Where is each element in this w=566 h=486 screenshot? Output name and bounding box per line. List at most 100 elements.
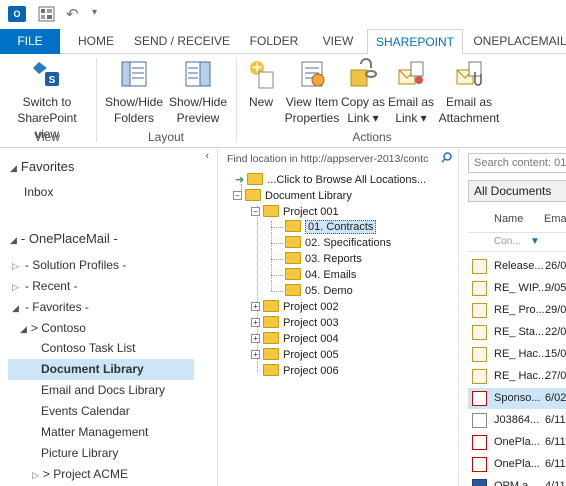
view-selector[interactable]: All Documents: [468, 180, 566, 202]
find-location-input[interactable]: Find location in http://appserver-2013/c…: [227, 150, 455, 168]
group-label-layout: Layout: [147, 130, 185, 144]
grid-icon[interactable]: [38, 6, 55, 22]
nav-item-picture-library[interactable]: Picture Library: [41, 443, 118, 464]
list-item[interactable]: J03864... 6/11: [468, 410, 566, 431]
list-item-email-date: 6/02: [545, 392, 566, 404]
copy-as-label-1: Copy as: [340, 95, 386, 109]
collapse-pane-icon[interactable]: ‹: [205, 150, 209, 162]
tree-folder-contracts[interactable]: 01. Contracts: [285, 219, 377, 235]
nav-item-matter-management[interactable]: Matter Management: [41, 422, 148, 443]
show-hide-preview-button[interactable]: Show/Hide Preview: [166, 58, 230, 126]
tree-project-002[interactable]: + Project 002: [251, 299, 339, 315]
nav-oneplacemail-label: - OnePlaceMail -: [20, 231, 118, 246]
nav-favorites-header[interactable]: ◢ Favorites: [10, 156, 74, 177]
undo-icon[interactable]: ↶: [66, 5, 79, 23]
search-icon[interactable]: [441, 152, 452, 163]
tab-view[interactable]: VIEW: [314, 29, 362, 54]
view-item-properties-button[interactable]: View Item Properties: [282, 58, 342, 126]
tree-folder-reports[interactable]: 03. Reports: [285, 251, 362, 267]
nav-contoso[interactable]: ◢ > Contoso: [20, 318, 86, 339]
list-item[interactable]: Release... 26/0: [468, 256, 566, 277]
tree-browse-all-locations[interactable]: ➜ ...Click to Browse All Locations...: [235, 172, 426, 188]
collapse-minus-icon[interactable]: −: [251, 206, 260, 216]
tree-project-005[interactable]: + Project 005: [251, 347, 339, 363]
show-hide-folders-button[interactable]: Show/Hide Folders: [102, 58, 166, 126]
nav-item-events-calendar[interactable]: Events Calendar: [41, 401, 130, 422]
nav-project-acme[interactable]: ▷ > Project ACME: [32, 464, 128, 485]
expand-plus-icon[interactable]: +: [251, 301, 260, 311]
tree-project-006[interactable]: Project 006: [263, 363, 339, 379]
email-as-attachment-button[interactable]: Email as Attachment: [436, 58, 502, 126]
expand-plus-icon[interactable]: +: [251, 317, 260, 327]
list-item[interactable]: RE_ Hac... 15/0: [468, 344, 566, 365]
collapse-minus-icon[interactable]: −: [233, 190, 242, 200]
envelope-icon: [472, 259, 487, 274]
list-item-name: RE_ Pro...: [494, 304, 545, 316]
nav-solution-profiles[interactable]: ▷ - Solution Profiles -: [12, 255, 126, 276]
nav-favorites-label: Favorites: [20, 159, 75, 174]
tree-project-001[interactable]: − Project 001: [251, 204, 339, 220]
new-button[interactable]: New: [242, 58, 280, 110]
tree-folder-demo[interactable]: 05. Demo: [285, 283, 353, 299]
column-header-name[interactable]: Name: [494, 208, 523, 230]
outlook-icon[interactable]: O: [8, 6, 26, 22]
customize-toolbar-icon[interactable]: ▾: [92, 7, 97, 18]
list-item[interactable]: OnePla... 6/11: [468, 432, 566, 453]
copy-as-label-2: Link ▾: [347, 111, 379, 125]
tree-browse-all-label: ...Click to Browse All Locations...: [267, 174, 427, 186]
tab-send-receive[interactable]: SEND / RECEIVE: [132, 29, 232, 54]
expand-plus-icon[interactable]: +: [251, 333, 260, 343]
svg-text:S: S: [49, 75, 56, 86]
pdf-icon: [472, 391, 487, 406]
email-as-link-button[interactable]: Email as Link ▾: [386, 58, 436, 126]
quick-access-toolbar: O ↶ ▾: [0, 0, 566, 29]
copy-as-link-button[interactable]: Copy as Link ▾: [340, 58, 386, 126]
properties-icon: [301, 61, 325, 87]
envelope-icon: [472, 303, 487, 318]
nav-inbox[interactable]: Inbox: [24, 182, 53, 203]
tree-folder-specifications[interactable]: 02. Specifications: [285, 235, 391, 251]
tree-folder-emails[interactable]: 04. Emails: [285, 267, 356, 283]
tab-folder[interactable]: FOLDER: [238, 29, 310, 54]
expand-plus-icon[interactable]: +: [251, 349, 260, 359]
filter-funnel-icon[interactable]: ▼: [530, 236, 540, 247]
collapse-triangle-icon: ◢: [20, 324, 27, 334]
list-item[interactable]: OnePla... 6/11: [468, 454, 566, 475]
folders-pane-icon: [121, 61, 147, 87]
show-hide-preview-label-1: Show/Hide: [168, 95, 228, 109]
tree-connector: [271, 259, 283, 260]
tab-sharepoint[interactable]: SHAREPOINT: [367, 29, 463, 55]
folder-icon: [263, 205, 279, 218]
list-item[interactable]: RE_ Sta... 22/0: [468, 322, 566, 343]
list-item[interactable]: RE_ WIP... 9/05: [468, 278, 566, 299]
list-item-name: Sponso...: [494, 392, 541, 404]
nav-recent[interactable]: ▷ - Recent -: [12, 276, 78, 297]
preview-pane-icon: [185, 61, 211, 87]
nav-project-acme-label: > Project ACME: [42, 467, 128, 481]
list-item[interactable]: Sponso... 6/02: [468, 388, 566, 409]
tree-document-library[interactable]: − Document Library: [233, 188, 352, 204]
list-item[interactable]: RE_ Hac... 27/0: [468, 366, 566, 387]
envelope-icon: [472, 369, 487, 384]
tab-oneplacemail[interactable]: ONEPLACEMAIL: [470, 29, 566, 54]
list-item-email-date: 27/0: [545, 370, 566, 382]
nav-item-document-library[interactable]: Document Library: [8, 359, 194, 380]
column-header-email[interactable]: Ema: [544, 208, 566, 230]
list-item[interactable]: RE_ Pro... 29/0: [468, 300, 566, 321]
tab-home[interactable]: HOME: [64, 29, 128, 54]
tree-connector: [271, 243, 283, 244]
nav-favorites-group[interactable]: ◢ - Favorites -: [12, 297, 89, 318]
nav-item-email-and-docs-library[interactable]: Email and Docs Library: [41, 380, 165, 401]
search-content-input[interactable]: Search content: 01: [468, 153, 566, 173]
list-item[interactable]: OPM a... 4/11: [468, 476, 566, 486]
filter-name-input[interactable]: Con...: [494, 236, 521, 247]
show-hide-folders-label-1: Show/Hide: [104, 95, 164, 109]
nav-oneplacemail-header[interactable]: ◢ - OnePlaceMail -: [10, 228, 118, 249]
tab-file[interactable]: FILE: [0, 29, 60, 54]
nav-item-contoso-task-list[interactable]: Contoso Task List: [41, 338, 136, 359]
tree-project-003[interactable]: + Project 003: [251, 315, 339, 331]
tree-project-006-label: Project 006: [283, 365, 339, 377]
tree-project-005-label: Project 005: [283, 349, 339, 361]
tree-project-004[interactable]: + Project 004: [251, 331, 339, 347]
browse-arrow-icon: ➜: [235, 174, 245, 186]
